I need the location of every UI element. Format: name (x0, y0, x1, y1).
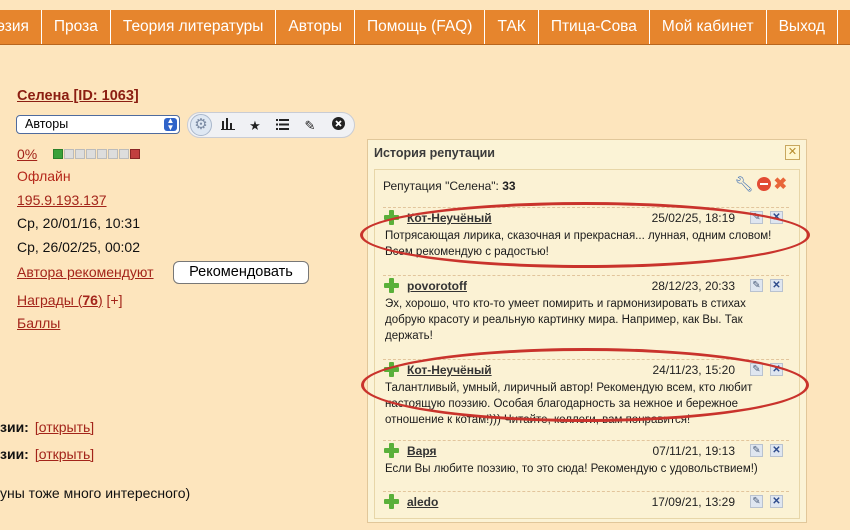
window-title: История репутации (374, 146, 495, 160)
recommend-button[interactable]: Рекомендовать (173, 261, 309, 284)
edit-icon[interactable]: ✎ (750, 211, 763, 224)
open-link[interactable]: [открыть] (35, 419, 94, 435)
nav-item-logout[interactable]: Выход (767, 10, 838, 44)
close-circle-icon[interactable] (329, 117, 347, 135)
edit-icon[interactable]: ✎ (750, 363, 763, 376)
star-icon[interactable]: ★ (246, 117, 264, 135)
rating-cell (75, 149, 85, 159)
plus-icon (384, 278, 399, 293)
reputation-entry: aledo 17/09/21, 13:29 ✎ ✕ (383, 491, 789, 512)
reputation-summary: Репутация "Селена": 33 (383, 179, 516, 193)
entry-text: Потрясающая лирика, сказочная и прекрасн… (385, 230, 772, 258)
registered-date: Ср, 20/01/16, 10:31 (17, 215, 140, 231)
nav-item-my-cabinet[interactable]: Мой кабинет (650, 10, 767, 44)
list-icon[interactable] (273, 117, 291, 135)
delete-icon[interactable]: ✕ (770, 363, 783, 376)
awards-label: Награды ( (17, 292, 83, 308)
awards-line: Награды (76) [+] (17, 292, 122, 308)
awards-close: ) (97, 292, 103, 308)
left-row: зии: [открыть] (0, 446, 94, 462)
nav-item-prose[interactable]: Проза (42, 10, 111, 44)
entry-date: 24/11/23, 15:20 (652, 363, 735, 377)
pencil-icon[interactable]: ✎ (301, 117, 319, 135)
reputation-entry: Варя 07/11/21, 19:13 ✎ ✕ Если Вы любите … (383, 440, 789, 477)
delete-icon[interactable]: ✕ (770, 211, 783, 224)
status-text: Офлайн (17, 168, 71, 184)
delete-icon[interactable]: ✕ (770, 495, 783, 508)
rating-percent-link[interactable]: 0% (17, 146, 37, 162)
summary-value: 33 (502, 179, 516, 193)
left-row: зии: [открыть] (0, 419, 94, 435)
awards-link[interactable]: Награды (76) (17, 292, 103, 308)
entry-author-link[interactable]: povorotoff (407, 279, 467, 293)
rating-cell (108, 149, 118, 159)
entry-author-link[interactable]: Кот-Неучёный (407, 363, 492, 377)
plus-icon (384, 362, 399, 377)
top-navigation: эзия Проза Теория литературы Авторы Помо… (0, 0, 850, 52)
edit-icon[interactable]: ✎ (750, 279, 763, 292)
edit-icon[interactable]: ✎ (750, 444, 763, 457)
entry-author-link[interactable]: Варя (407, 444, 437, 458)
nav-item-theory[interactable]: Теория литературы (111, 10, 277, 44)
plus-icon (384, 210, 399, 225)
points-link[interactable]: Баллы (17, 315, 60, 331)
minus-circle-icon[interactable] (756, 177, 771, 191)
rating-cell (97, 149, 107, 159)
stats-bar-chart-icon[interactable] (219, 117, 237, 135)
delete-x-icon[interactable]: ✖ (774, 176, 787, 193)
awards-add-link[interactable]: [+] (107, 292, 123, 308)
authors-select[interactable]: Авторы ▲ ▼ (16, 115, 180, 134)
nav-item-authors[interactable]: Авторы (276, 10, 355, 44)
left-row-text: уны тоже много интересного) (0, 485, 191, 501)
delete-icon[interactable]: ✕ (770, 444, 783, 457)
wrench-icon[interactable]: 🔧︎ (735, 176, 754, 193)
edit-icon[interactable]: ✎ (750, 495, 763, 508)
rating-bar (53, 149, 141, 159)
nav-item-help[interactable]: Помощь (FAQ) (355, 10, 486, 44)
reputation-entry: povorotoff 28/12/23, 20:33 ✎ ✕ Эх, хорош… (383, 275, 789, 344)
entry-author-link[interactable]: Кот-Неучёный (407, 211, 492, 225)
entry-date: 07/11/21, 19:13 (652, 444, 735, 458)
row-label: зии: (0, 419, 29, 435)
recommended-by-link[interactable]: Автора рекомендуют (17, 264, 154, 280)
entry-author-link[interactable]: aledo (407, 495, 438, 509)
profile-toolbar: ⚙ ★ ✎ (187, 112, 355, 138)
open-link[interactable]: [открыть] (35, 446, 94, 462)
nav-bar: эзия Проза Теория литературы Авторы Помо… (0, 10, 850, 45)
ip-link[interactable]: 195.9.193.137 (17, 192, 107, 208)
entry-text: Эх, хорошо, что кто-то умеет помирить и … (385, 298, 746, 342)
rating-minus-icon[interactable] (53, 149, 63, 159)
entry-date: 25/02/25, 18:19 (651, 211, 735, 225)
plus-icon (384, 494, 399, 509)
entry-text: Если Вы любите поэзию, то это сюда! Реко… (385, 463, 758, 475)
delete-icon[interactable]: ✕ (770, 279, 783, 292)
entry-date: 28/12/23, 20:33 (651, 279, 735, 293)
reputation-history-window: История репутации ✕ Репутация "Селена": … (367, 139, 807, 523)
awards-count: 76 (82, 292, 98, 308)
rating-cell (64, 149, 74, 159)
rating-cell (86, 149, 96, 159)
reputation-entry: Кот-Неучёный 25/02/25, 18:19 ✎ ✕ Потряса… (383, 207, 789, 260)
summary-label: Репутация "Селена": (383, 179, 499, 193)
nav-item-poetry[interactable]: эзия (0, 10, 42, 44)
profile-name-link[interactable]: Селена [ID: 1063] (17, 88, 139, 104)
select-value: Авторы (25, 117, 69, 131)
reputation-entry: Кот-Неучёный 24/11/23, 15:20 ✎ ✕ Талантл… (383, 359, 789, 428)
entry-date: 17/09/21, 13:29 (651, 495, 735, 509)
row-label: зии: (0, 446, 29, 462)
rating-cell (119, 149, 129, 159)
last-visit-date: Ср, 26/02/25, 00:02 (17, 239, 140, 255)
nav-item-ptica-sova[interactable]: Птица-Сова (539, 10, 650, 44)
nav-item-tak[interactable]: ТАК (485, 10, 539, 44)
gear-icon[interactable]: ⚙ (190, 114, 212, 136)
entry-text: Талантливый, умный, лиричный автор! Реко… (385, 382, 753, 426)
summary-actions: 🔧︎ ✖ (735, 176, 787, 193)
close-icon[interactable]: ✕ (785, 145, 800, 160)
plus-icon (384, 443, 399, 458)
rating-plus-icon[interactable] (130, 149, 140, 159)
select-arrows-icon: ▲ ▼ (164, 117, 177, 131)
reputation-panel: Репутация "Селена": 33 🔧︎ ✖ Кот-Неучёный… (374, 169, 800, 519)
